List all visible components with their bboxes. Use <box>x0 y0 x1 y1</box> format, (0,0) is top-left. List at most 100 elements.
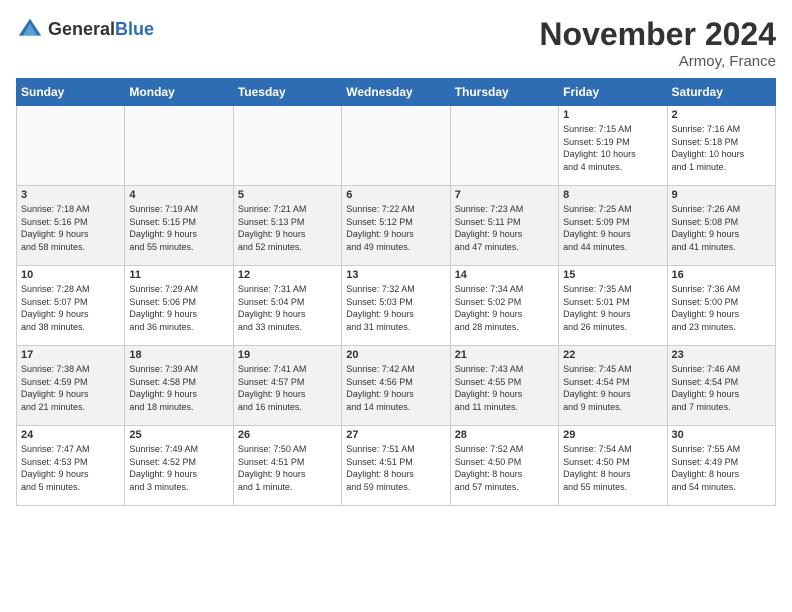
week-row-3: 10Sunrise: 7:28 AM Sunset: 5:07 PM Dayli… <box>17 266 776 346</box>
calendar-table: SundayMondayTuesdayWednesdayThursdayFrid… <box>16 78 776 506</box>
day-info: Sunrise: 7:42 AM Sunset: 4:56 PM Dayligh… <box>346 363 445 413</box>
day-cell: 15Sunrise: 7:35 AM Sunset: 5:01 PM Dayli… <box>559 266 667 346</box>
day-number: 14 <box>455 269 554 281</box>
day-number: 29 <box>563 429 662 441</box>
header: GeneralBlue November 2024 Armoy, France <box>16 16 776 70</box>
day-info: Sunrise: 7:16 AM Sunset: 5:18 PM Dayligh… <box>672 123 771 173</box>
day-number: 30 <box>672 429 771 441</box>
month-title: November 2024 <box>539 16 776 53</box>
logo-general: GeneralBlue <box>48 20 154 40</box>
day-info: Sunrise: 7:22 AM Sunset: 5:12 PM Dayligh… <box>346 203 445 253</box>
day-number: 10 <box>21 269 120 281</box>
week-row-2: 3 Sunrise: 7:18 AM Sunset: 5:16 PM Daylig… <box>17 186 776 266</box>
day-info: Sunrise: 7:23 AM Sunset: 5:11 PM Dayligh… <box>455 203 554 253</box>
day-number: 22 <box>563 349 662 361</box>
day-number: 8 <box>563 189 662 201</box>
header-tuesday: Tuesday <box>233 79 341 106</box>
header-monday: Monday <box>125 79 233 106</box>
day-info: Sunrise: 7:32 AM Sunset: 5:03 PM Dayligh… <box>346 283 445 333</box>
day-cell: 8 Sunrise: 7:25 AM Sunset: 5:09 PM Daylig… <box>559 186 667 266</box>
day-number: 9 <box>672 189 771 201</box>
day-number: 17 <box>21 349 120 361</box>
title-area: November 2024 Armoy, France <box>539 16 776 70</box>
day-cell <box>17 106 125 186</box>
day-cell: 14Sunrise: 7:34 AM Sunset: 5:02 PM Dayli… <box>450 266 558 346</box>
day-number: 21 <box>455 349 554 361</box>
day-cell: 29 Sunrise: 7:54 AM Sunset: 4:50 PM Dayli… <box>559 426 667 506</box>
day-number: 4 <box>129 189 228 201</box>
day-info: Sunrise: 7:35 AM Sunset: 5:01 PM Dayligh… <box>563 283 662 333</box>
day-number: 25 <box>129 429 228 441</box>
day-cell: 23 Sunrise: 7:46 AM Sunset: 4:54 PM Dayli… <box>667 346 775 426</box>
day-number: 26 <box>238 429 337 441</box>
day-info: Sunrise: 7:18 AM Sunset: 5:16 PM Dayligh… <box>21 203 120 253</box>
location-title: Armoy, France <box>539 53 776 70</box>
day-cell: 9 Sunrise: 7:26 AM Sunset: 5:08 PM Daylig… <box>667 186 775 266</box>
day-cell: 5 Sunrise: 7:21 AM Sunset: 5:13 PM Daylig… <box>233 186 341 266</box>
day-cell: 10Sunrise: 7:28 AM Sunset: 5:07 PM Dayli… <box>17 266 125 346</box>
day-cell: 27 Sunrise: 7:51 AM Sunset: 4:51 PM Dayli… <box>342 426 450 506</box>
day-cell: 13 Sunrise: 7:32 AM Sunset: 5:03 PM Dayli… <box>342 266 450 346</box>
day-cell: 21Sunrise: 7:43 AM Sunset: 4:55 PM Dayli… <box>450 346 558 426</box>
calendar-header-row: SundayMondayTuesdayWednesdayThursdayFrid… <box>17 79 776 106</box>
week-row-4: 17 Sunrise: 7:38 AM Sunset: 4:59 PM Dayli… <box>17 346 776 426</box>
logo: GeneralBlue <box>16 16 154 44</box>
day-cell: 26 Sunrise: 7:50 AM Sunset: 4:51 PM Dayli… <box>233 426 341 506</box>
day-info: Sunrise: 7:54 AM Sunset: 4:50 PM Dayligh… <box>563 443 662 493</box>
day-cell: 6Sunrise: 7:22 AM Sunset: 5:12 PM Daylig… <box>342 186 450 266</box>
day-cell: 24 Sunrise: 7:47 AM Sunset: 4:53 PM Dayli… <box>17 426 125 506</box>
day-cell: 18 Sunrise: 7:39 AM Sunset: 4:58 PM Dayli… <box>125 346 233 426</box>
day-cell: 1Sunrise: 7:15 AM Sunset: 5:19 PM Daylig… <box>559 106 667 186</box>
day-cell: 3 Sunrise: 7:18 AM Sunset: 5:16 PM Daylig… <box>17 186 125 266</box>
day-info: Sunrise: 7:47 AM Sunset: 4:53 PM Dayligh… <box>21 443 120 493</box>
day-number: 16 <box>672 269 771 281</box>
day-cell: 28 Sunrise: 7:52 AM Sunset: 4:50 PM Dayli… <box>450 426 558 506</box>
day-cell: 11 Sunrise: 7:29 AM Sunset: 5:06 PM Dayli… <box>125 266 233 346</box>
header-wednesday: Wednesday <box>342 79 450 106</box>
day-info: Sunrise: 7:25 AM Sunset: 5:09 PM Dayligh… <box>563 203 662 253</box>
day-info: Sunrise: 7:49 AM Sunset: 4:52 PM Dayligh… <box>129 443 228 493</box>
day-number: 2 <box>672 109 771 121</box>
day-cell: 7 Sunrise: 7:23 AM Sunset: 5:11 PM Daylig… <box>450 186 558 266</box>
day-cell: 19Sunrise: 7:41 AM Sunset: 4:57 PM Dayli… <box>233 346 341 426</box>
day-info: Sunrise: 7:21 AM Sunset: 5:13 PM Dayligh… <box>238 203 337 253</box>
day-number: 24 <box>21 429 120 441</box>
day-number: 7 <box>455 189 554 201</box>
day-number: 5 <box>238 189 337 201</box>
day-cell <box>450 106 558 186</box>
day-info: Sunrise: 7:15 AM Sunset: 5:19 PM Dayligh… <box>563 123 662 173</box>
day-info: Sunrise: 7:29 AM Sunset: 5:06 PM Dayligh… <box>129 283 228 333</box>
day-info: Sunrise: 7:39 AM Sunset: 4:58 PM Dayligh… <box>129 363 228 413</box>
day-number: 18 <box>129 349 228 361</box>
week-row-1: 1Sunrise: 7:15 AM Sunset: 5:19 PM Daylig… <box>17 106 776 186</box>
header-thursday: Thursday <box>450 79 558 106</box>
day-number: 19 <box>238 349 337 361</box>
day-info: Sunrise: 7:52 AM Sunset: 4:50 PM Dayligh… <box>455 443 554 493</box>
header-saturday: Saturday <box>667 79 775 106</box>
day-number: 28 <box>455 429 554 441</box>
day-number: 20 <box>346 349 445 361</box>
day-info: Sunrise: 7:55 AM Sunset: 4:49 PM Dayligh… <box>672 443 771 493</box>
day-number: 3 <box>21 189 120 201</box>
day-info: Sunrise: 7:36 AM Sunset: 5:00 PM Dayligh… <box>672 283 771 333</box>
day-info: Sunrise: 7:19 AM Sunset: 5:15 PM Dayligh… <box>129 203 228 253</box>
day-cell: 22 Sunrise: 7:45 AM Sunset: 4:54 PM Dayli… <box>559 346 667 426</box>
day-cell <box>125 106 233 186</box>
day-number: 27 <box>346 429 445 441</box>
day-info: Sunrise: 7:50 AM Sunset: 4:51 PM Dayligh… <box>238 443 337 493</box>
day-info: Sunrise: 7:45 AM Sunset: 4:54 PM Dayligh… <box>563 363 662 413</box>
day-cell: 20 Sunrise: 7:42 AM Sunset: 4:56 PM Dayli… <box>342 346 450 426</box>
day-cell: 17 Sunrise: 7:38 AM Sunset: 4:59 PM Dayli… <box>17 346 125 426</box>
day-cell: 25 Sunrise: 7:49 AM Sunset: 4:52 PM Dayli… <box>125 426 233 506</box>
day-cell: 16 Sunrise: 7:36 AM Sunset: 5:00 PM Dayli… <box>667 266 775 346</box>
day-number: 11 <box>129 269 228 281</box>
day-info: Sunrise: 7:31 AM Sunset: 5:04 PM Dayligh… <box>238 283 337 333</box>
day-info: Sunrise: 7:38 AM Sunset: 4:59 PM Dayligh… <box>21 363 120 413</box>
day-number: 13 <box>346 269 445 281</box>
day-number: 23 <box>672 349 771 361</box>
day-info: Sunrise: 7:51 AM Sunset: 4:51 PM Dayligh… <box>346 443 445 493</box>
day-info: Sunrise: 7:46 AM Sunset: 4:54 PM Dayligh… <box>672 363 771 413</box>
day-cell: 12Sunrise: 7:31 AM Sunset: 5:04 PM Dayli… <box>233 266 341 346</box>
day-cell <box>233 106 341 186</box>
day-info: Sunrise: 7:26 AM Sunset: 5:08 PM Dayligh… <box>672 203 771 253</box>
